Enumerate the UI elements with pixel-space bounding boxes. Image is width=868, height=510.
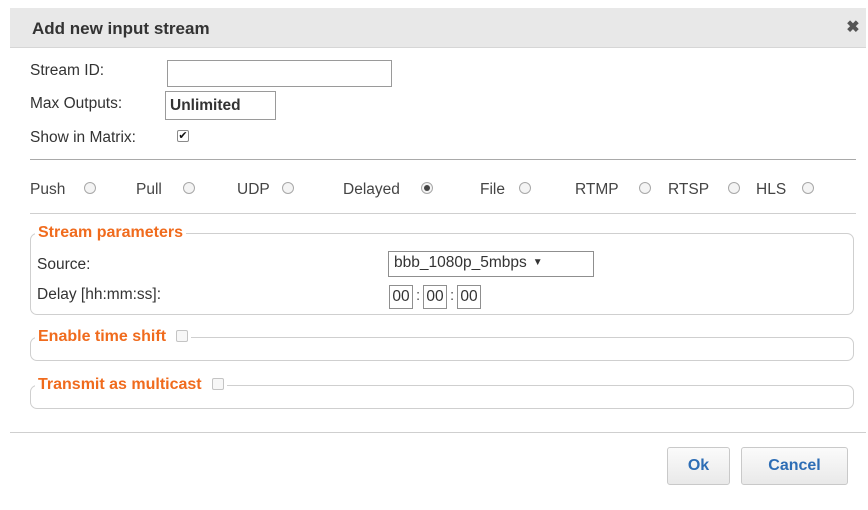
multicast-legend: Transmit as multicast [35,376,228,394]
show-in-matrix-checkbox[interactable]: ✔ [177,130,189,142]
chevron-down-icon: ▼ [532,257,543,268]
max-outputs-label: Max Outputs: [30,95,123,112]
radio-label-udp: UDP [237,181,270,198]
divider [30,213,856,214]
divider [30,159,856,160]
delay-label: Delay [hh:mm:ss]: [37,286,162,303]
radio-udp[interactable] [282,182,294,194]
radio-push[interactable] [84,182,96,194]
time-shift-checkbox[interactable] [176,330,189,342]
delay-minutes-input[interactable]: 00 [423,285,447,309]
source-select-value: bbb_1080p_5mbps [394,254,527,271]
ok-button[interactable]: Ok [667,447,730,485]
stream-id-input[interactable] [167,60,392,87]
radio-rtsp[interactable] [728,182,740,194]
dialog-title-bar: Add new input stream ✖ [10,8,866,48]
multicast-label: Transmit as multicast [38,376,202,393]
radio-hls[interactable] [802,182,814,194]
multicast-checkbox[interactable] [212,378,225,390]
time-shift-legend: Enable time shift [35,328,192,346]
time-separator: : [416,287,421,304]
radio-label-push: Push [30,181,66,198]
delay-hours-input[interactable]: 00 [389,285,413,309]
delay-seconds-input[interactable]: 00 [457,285,481,309]
source-select[interactable]: bbb_1080p_5mbps ▼ [388,251,594,277]
radio-label-hls: HLS [756,181,787,198]
radio-label-delayed: Delayed [343,181,400,198]
radio-label-file: File [480,181,505,198]
time-separator: : [450,287,455,304]
radio-rtmp[interactable] [639,182,651,194]
stream-id-label: Stream ID: [30,62,105,79]
radio-label-rtmp: RTMP [575,181,619,198]
cancel-button[interactable]: Cancel [741,447,848,485]
radio-label-pull: Pull [136,181,162,198]
footer-divider [10,432,866,433]
close-icon[interactable]: ✖ [844,19,862,37]
stream-parameters-legend: Stream parameters [35,224,186,242]
radio-delayed[interactable] [421,182,433,194]
radio-label-rtsp: RTSP [668,181,710,198]
time-shift-label: Enable time shift [38,328,167,345]
dialog-title: Add new input stream [32,19,210,38]
source-label: Source: [37,256,91,273]
radio-file[interactable] [519,182,531,194]
radio-pull[interactable] [183,182,195,194]
show-in-matrix-label: Show in Matrix: [30,129,136,146]
max-outputs-input[interactable] [165,91,276,120]
